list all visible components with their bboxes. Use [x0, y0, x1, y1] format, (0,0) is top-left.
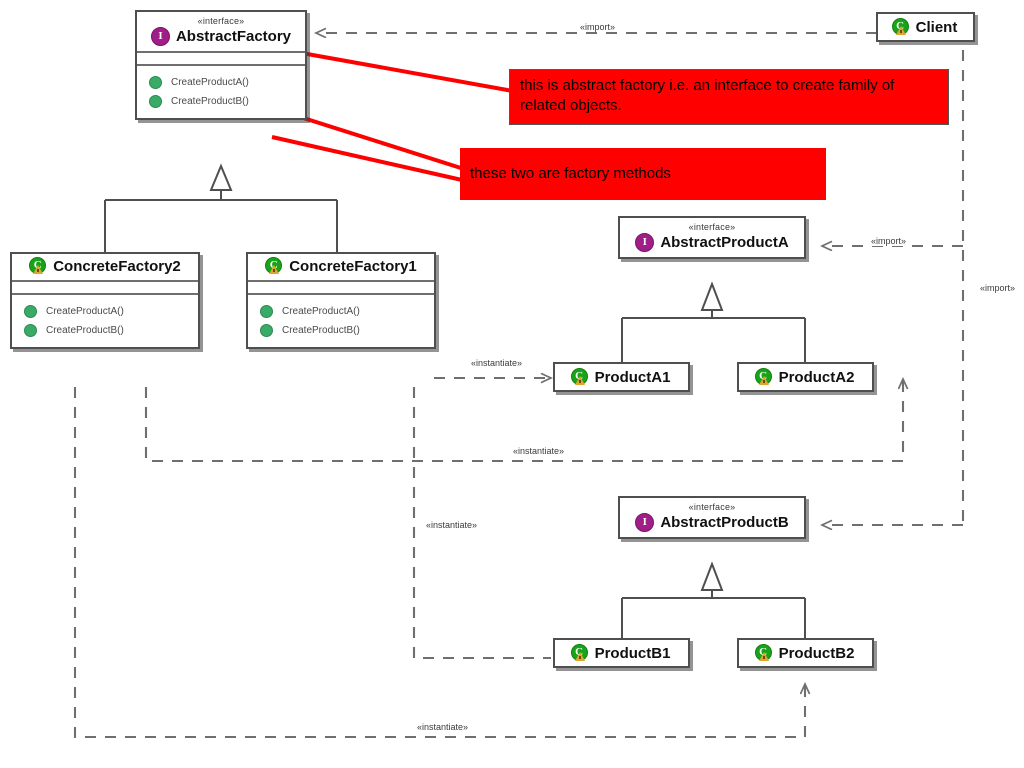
operation-label: CreateProductA(): [171, 77, 249, 88]
leader-line-method-b: [271, 135, 463, 182]
abstract-factory-attributes-compartment: [137, 51, 305, 64]
edge-label-import-client-vertical: «import»: [978, 283, 1018, 293]
operation-row[interactable]: CreateProductA(): [137, 73, 305, 92]
client-header: C Client: [878, 14, 973, 40]
operation-row[interactable]: CreateProductB(): [12, 321, 198, 340]
product-a2-name: ProductA2: [778, 368, 855, 386]
note-abstract-factory-text: this is abstract factory i.e. an interfa…: [520, 77, 895, 114]
product-a1-header: C ProductA1: [555, 364, 688, 390]
node-product-b1[interactable]: C ProductB1: [553, 638, 690, 668]
product-b1-header: C ProductB1: [555, 640, 688, 666]
generalization-triangle-abstractproducta: [700, 281, 724, 311]
edge-label-import-client-producta: «import»: [869, 236, 909, 246]
node-product-b2[interactable]: C ProductB2: [737, 638, 874, 668]
interface-icon: I: [635, 513, 655, 532]
edge-label-instantiate-cf2-producta2: «instantiate»: [511, 446, 567, 456]
edge-label-instantiate-cf1-productb1: «instantiate»: [424, 520, 480, 530]
concrete-factory-2-operations: CreateProductA() CreateProductB(): [12, 293, 198, 347]
concrete-factory-1-name: ConcreteFactory1: [289, 257, 417, 275]
abstract-product-b-name: AbstractProductB: [660, 514, 789, 531]
note-factory-methods: these two are factory methods: [460, 148, 826, 200]
node-product-a2[interactable]: C ProductA2: [737, 362, 874, 392]
concrete-factory-1-operations: CreateProductA() CreateProductB(): [248, 293, 434, 347]
edge-instantiate-cf2-productb2: [73, 387, 805, 739]
interface-icon: I: [635, 233, 655, 252]
abstract-product-a-header: «interface» I AbstractProductA: [620, 218, 804, 257]
edge-generalization-bus-productb: [621, 597, 806, 638]
note-abstract-factory: this is abstract factory i.e. an interfa…: [509, 69, 949, 125]
class-icon: C: [29, 257, 47, 275]
concrete-factory-1-attributes-compartment: [248, 280, 434, 293]
public-operation-icon: [149, 95, 162, 108]
node-abstract-product-b[interactable]: «interface» I AbstractProductB: [618, 496, 806, 539]
node-product-a1[interactable]: C ProductA1: [553, 362, 690, 392]
product-b2-header: C ProductB2: [739, 640, 872, 666]
abstract-product-a-stereotype: «interface»: [688, 222, 736, 232]
operation-row[interactable]: CreateProductA(): [12, 302, 198, 321]
class-icon: C: [570, 644, 589, 662]
concrete-factory-2-header: C ConcreteFactory2: [12, 254, 198, 280]
class-icon: C: [265, 257, 283, 275]
edge-label-instantiate-cf2-productb2: «instantiate»: [415, 722, 471, 732]
operation-label: CreateProductA(): [46, 306, 124, 317]
class-icon: C: [754, 368, 773, 386]
public-operation-icon: [260, 324, 273, 337]
public-operation-icon: [149, 76, 162, 89]
interface-icon: I: [150, 27, 170, 46]
abstract-factory-stereotype: «interface»: [197, 16, 245, 26]
class-icon: C: [891, 18, 910, 36]
product-b1-name: ProductB1: [594, 644, 671, 662]
edge-label-import-client-factory: «import»: [578, 22, 618, 32]
edge-generalization-bus-producta: [621, 317, 806, 362]
public-operation-icon: [260, 305, 273, 318]
leader-line-abstract-factory: [295, 50, 514, 93]
client-name: Client: [915, 18, 958, 36]
operation-label: CreateProductA(): [282, 306, 360, 317]
node-client[interactable]: C Client: [876, 12, 975, 42]
uml-diagram-canvas: «interface» I AbstractFactory CreateProd…: [0, 0, 1024, 768]
abstract-factory-name: AbstractFactory: [175, 28, 292, 45]
abstract-factory-operations: CreateProductA() CreateProductB(): [137, 64, 305, 118]
edge-label-instantiate-cf1-producta1: «instantiate»: [469, 358, 525, 368]
node-abstract-factory[interactable]: «interface» I AbstractFactory CreateProd…: [135, 10, 307, 120]
abstract-product-b-header: «interface» I AbstractProductB: [620, 498, 804, 537]
operation-label: CreateProductB(): [282, 325, 360, 336]
operation-label: CreateProductB(): [171, 96, 249, 107]
node-abstract-product-a[interactable]: «interface» I AbstractProductA: [618, 216, 806, 259]
public-operation-icon: [24, 305, 37, 318]
abstract-product-b-stereotype: «interface»: [688, 502, 736, 512]
operation-label: CreateProductB(): [46, 325, 124, 336]
abstract-product-a-name: AbstractProductA: [660, 234, 789, 251]
node-concrete-factory-2[interactable]: C ConcreteFactory2 CreateProductA() Crea…: [10, 252, 200, 349]
product-a1-name: ProductA1: [594, 368, 671, 386]
class-icon: C: [754, 644, 773, 662]
generalization-triangle-abstractproductb: [700, 561, 724, 591]
class-icon: C: [570, 368, 589, 386]
product-a2-header: C ProductA2: [739, 364, 872, 390]
concrete-factory-1-header: C ConcreteFactory1: [248, 254, 434, 280]
operation-row[interactable]: CreateProductA(): [248, 302, 434, 321]
generalization-triangle-abstractfactory: [209, 163, 233, 191]
product-b2-name: ProductB2: [778, 644, 855, 662]
concrete-factory-2-attributes-compartment: [12, 280, 198, 293]
public-operation-icon: [24, 324, 37, 337]
edge-generalization-bus-factories: [104, 190, 338, 252]
node-concrete-factory-1[interactable]: C ConcreteFactory1 CreateProductA() Crea…: [246, 252, 436, 349]
concrete-factory-2-name: ConcreteFactory2: [53, 257, 181, 275]
operation-row[interactable]: CreateProductB(): [248, 321, 434, 340]
operation-row[interactable]: CreateProductB(): [137, 92, 305, 111]
abstract-factory-header: «interface» I AbstractFactory: [137, 12, 305, 51]
note-factory-methods-text: these two are factory methods: [470, 165, 671, 182]
